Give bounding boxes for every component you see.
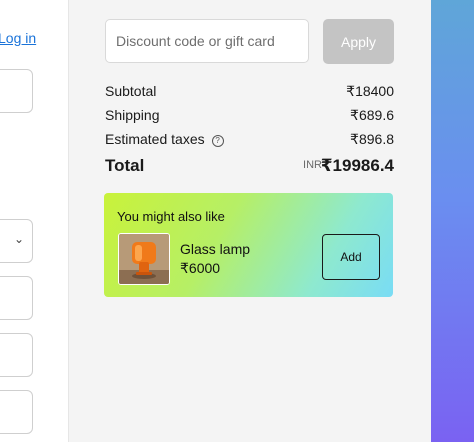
total-row: Total INR ₹19986.4 <box>105 156 394 180</box>
apply-button[interactable]: Apply <box>323 19 394 64</box>
shipping-label: Shipping <box>105 107 160 123</box>
product-price: ₹6000 <box>180 260 221 276</box>
lamp-image-icon <box>119 234 169 284</box>
order-summary: Apply Subtotal ₹18400 Shipping ₹689.6 Es… <box>69 0 431 442</box>
product-name: Glass lamp <box>180 241 251 257</box>
help-icon[interactable]: ? <box>211 135 224 147</box>
add-to-cart-button[interactable]: Add <box>322 234 380 280</box>
form-field[interactable] <box>0 333 33 377</box>
form-field[interactable] <box>0 276 33 320</box>
shipping-value: ₹689.6 <box>350 107 394 123</box>
total-value: ₹19986.4 <box>320 156 394 175</box>
checkout-form-panel: Log in ⌄ <box>0 0 69 442</box>
region-select[interactable]: ⌄ <box>0 219 33 263</box>
upsell-title: You might also like <box>117 209 225 224</box>
login-link[interactable]: Log in <box>0 30 36 46</box>
chevron-down-icon: ⌄ <box>13 232 24 246</box>
subtotal-row: Subtotal ₹18400 <box>105 83 394 103</box>
currency-code: INR <box>303 159 322 171</box>
form-field[interactable] <box>0 390 33 434</box>
taxes-row: Estimated taxes? ₹896.8 <box>105 131 394 151</box>
taxes-value: ₹896.8 <box>350 131 394 147</box>
taxes-label-wrap: Estimated taxes? <box>105 131 224 147</box>
product-image <box>118 233 170 285</box>
total-label: Total <box>105 156 145 175</box>
taxes-label: Estimated taxes <box>105 131 205 147</box>
subtotal-label: Subtotal <box>105 83 157 99</box>
upsell-card: You might also like Glass lamp ₹6000 Add <box>104 193 393 297</box>
discount-code-input[interactable] <box>105 19 309 63</box>
subtotal-value: ₹18400 <box>346 83 394 99</box>
shipping-row: Shipping ₹689.6 <box>105 107 394 127</box>
form-field[interactable] <box>0 69 33 113</box>
decorative-gradient-strip <box>431 0 474 442</box>
